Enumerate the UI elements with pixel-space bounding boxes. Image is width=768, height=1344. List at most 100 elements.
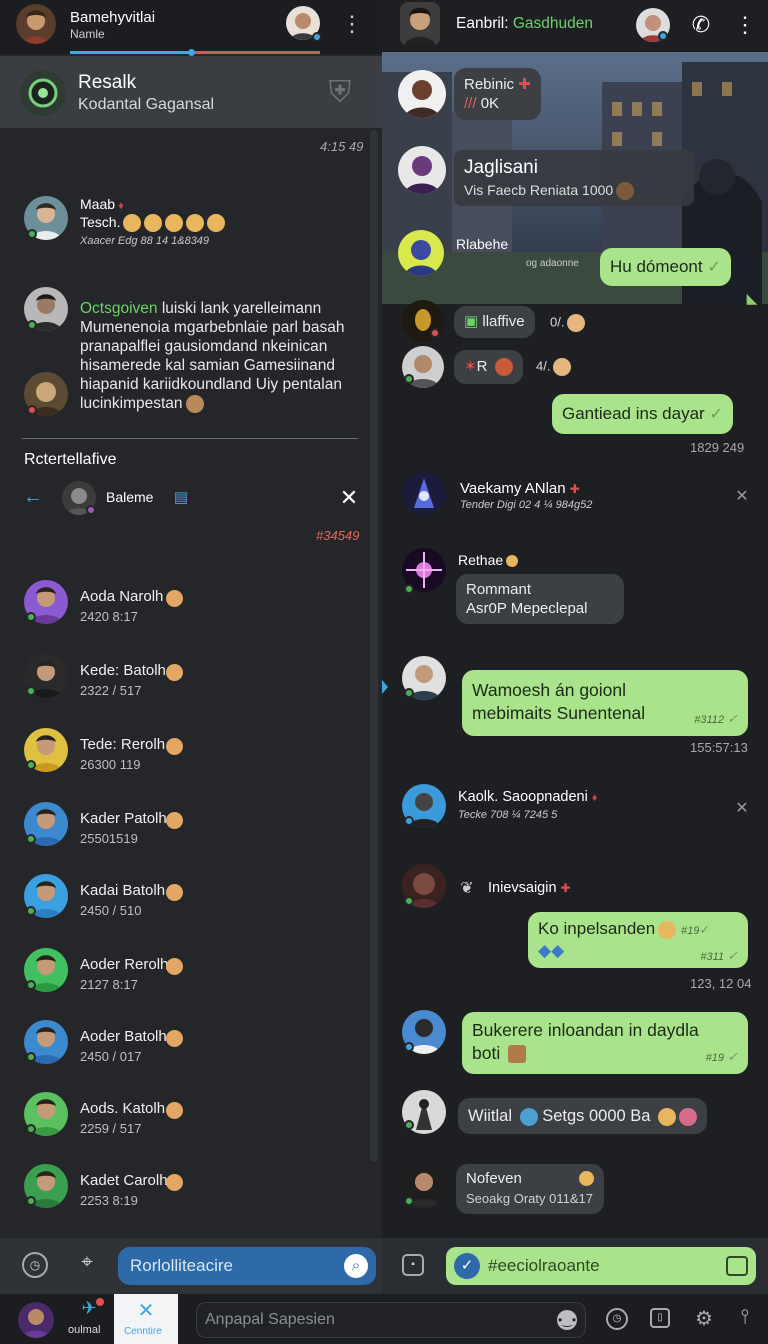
sender-name-text: Inievsaigin (488, 880, 557, 896)
contact-row[interactable]: Tede: Rerolh 26300 119 (0, 726, 370, 786)
settings-icon[interactable]: ⚙ (692, 1306, 716, 1331)
message-bubble[interactable]: Hu dómeont ✓ (600, 248, 731, 286)
message-avatar[interactable] (398, 146, 446, 194)
message-bubble[interactable]: Wamoesh án goionl mebimaits Sunentenal #… (462, 670, 748, 736)
phone-icon[interactable]: ✆ (688, 12, 714, 38)
message-bubble[interactable]: Jaglisani Vis Faecb Reniata 1000 (454, 150, 694, 206)
sender-name: Kaolk. Saoopnadeni ♦ (458, 789, 598, 805)
progress-knob[interactable] (188, 49, 195, 56)
pinned-time: 4:15 49 (320, 139, 364, 154)
reaction-count: 4/. (536, 358, 572, 376)
check-circle-icon[interactable]: ✓ (454, 1253, 480, 1279)
microphone-icon[interactable]: ⫯ (736, 1306, 754, 1329)
bubble-tick: #19 (680, 925, 700, 937)
message-line-1-rest: luiski lank yarelleimann (157, 300, 322, 317)
contact-name: Aods. Katolh (80, 1100, 166, 1117)
contact-name: Tede: Rerolh (80, 736, 166, 753)
close-icon[interactable]: ✕ (732, 798, 752, 818)
profile-avatar[interactable] (18, 1302, 54, 1338)
message-bubble[interactable]: ✶R (454, 350, 523, 384)
shield-icon[interactable]: ⛨ (322, 76, 358, 110)
compose-input[interactable]: Anpapal Sapesien •‿• (196, 1302, 586, 1338)
message-avatar[interactable] (402, 472, 446, 516)
pinned-chat[interactable]: Resalk Kodantal Gagansal ⛨ (0, 56, 382, 128)
bubble-line-2: boti (472, 1042, 738, 1065)
search-field[interactable]: Rorlolliteacire ⌕ (118, 1247, 376, 1285)
pinned-subtitle: Kodantal Gagansal (78, 96, 215, 113)
tab-oulmal[interactable]: ✈ oulmal (66, 1294, 112, 1344)
bubble-text: Hu dómeont (610, 257, 703, 276)
online-badge (404, 688, 414, 698)
close-icon[interactable]: ✕ (338, 485, 360, 511)
star-badge-icon (166, 1030, 183, 1047)
more-icon[interactable]: ⋮ (734, 12, 756, 38)
message-time: 1829 249 (690, 440, 745, 455)
document-icon[interactable]: ▤ (172, 488, 190, 506)
preview-sub: Xaacer Edg 88 14 1&8349 (80, 235, 210, 247)
bubble-title: Jaglisani (464, 157, 538, 178)
bottom-nav: ✈ oulmal ✕ Cenntire Anpapal Sapesien •‿•… (0, 1294, 768, 1344)
message-bubble[interactable]: Gantiead ins dayar ✓ (552, 394, 733, 434)
message-bubble[interactable]: Rebinic ✚ /// 0K (454, 68, 541, 120)
check-icon: ✓ (707, 259, 721, 276)
contact-row[interactable]: Kede: Batolh 2322 / 517 (0, 652, 370, 712)
contact-row[interactable]: Kader Patolh 25501519 (0, 800, 370, 860)
close-icon[interactable]: ✕ (732, 486, 752, 506)
preview-line-text: Tesch. (80, 214, 121, 230)
message-bubble[interactable]: Ko inpelsanden #19✓ ◆◆ #311 ✓ (528, 912, 748, 968)
bubble-tick-2-text: #311 (700, 951, 725, 963)
timer-icon[interactable]: ◷ (606, 1308, 628, 1330)
bubble-line-2: Asr0P Mepeclepal (466, 600, 588, 617)
back-arrow-icon[interactable]: ← (22, 486, 44, 509)
contact-name: Kadet Carolh (80, 1172, 168, 1189)
left-header-title: Bamehyvitlai (70, 9, 156, 26)
pinned-avatar (20, 70, 66, 116)
divider (22, 438, 358, 439)
contact-row[interactable]: Kadai Batolh 2450 / 510 (0, 872, 370, 932)
search-field-text: Rorlolliteacire (130, 1256, 233, 1275)
message-avatar[interactable] (398, 230, 444, 276)
timer-icon[interactable]: ◷ (22, 1252, 48, 1278)
message-input[interactable]: ✓ #eeciolraoante (446, 1247, 756, 1285)
contact-row[interactable]: Aoda Narolh 2420 8:17 (0, 578, 370, 638)
emoji-icon[interactable]: •‿• (557, 1310, 577, 1330)
section-title: Rctertellafive (24, 451, 117, 468)
gallery-icon[interactable]: ▯ (650, 1308, 670, 1328)
chat-title: Eanbril: Gasdhuden (456, 15, 593, 33)
tab-cenntire[interactable]: ✕ Cenntire (114, 1294, 178, 1344)
contact-number: 26300 119 (80, 757, 141, 772)
bubble-tick-text: #3112 (694, 714, 725, 726)
contact-row[interactable]: Aods. Katolh 2259 / 517 (0, 1090, 370, 1150)
more-icon[interactable]: ⋮ (340, 12, 364, 36)
status-badge (86, 505, 96, 515)
lock-icon[interactable]: ▪ (402, 1254, 424, 1276)
contact-name: Kede: Batolh (80, 662, 166, 679)
chat-avatar[interactable] (400, 2, 440, 46)
contact-number: 2450 / 017 (80, 1049, 142, 1064)
right-panel: Eanbril: Gasdhuden ✆ ⋮ Rebinic ✚ /// 0K … (382, 0, 768, 1238)
contact-row[interactable]: Aoder Batolh 2450 / 017 (0, 1018, 370, 1078)
message-line-5: hiapanid kariidkoundland Uiy pentalan (80, 376, 342, 393)
scrollbar[interactable] (370, 130, 378, 1162)
message-bubble[interactable]: Nofeven Seoakg Oraty 011&17 (456, 1164, 604, 1214)
star-badge-icon (166, 884, 183, 901)
contact-row[interactable]: Aoder Rerolh 2127 8:17 (0, 946, 370, 1006)
message-avatar[interactable] (398, 70, 446, 118)
message-bubble[interactable]: Wiitlal Setgs 0000 Ba (458, 1098, 708, 1134)
check-icon: ✓ (709, 406, 723, 423)
contact-row[interactable]: Kadet Carolh 2253 8:19 (0, 1162, 370, 1222)
reaction-icon: ◣ (746, 290, 758, 306)
search-icon[interactable]: ⌕ (344, 1254, 368, 1278)
bubble-line-1: Nofeven (466, 1169, 594, 1189)
message-bubble[interactable]: Rommant Asr0P Mepeclepal (456, 574, 624, 624)
message-bubble[interactable]: ▣ llaffive (454, 306, 535, 338)
message-bubble[interactable]: Bukerere inloandan in daydla boti #19 ✓ (462, 1012, 748, 1074)
camera-icon[interactable] (726, 1256, 748, 1276)
online-badge (312, 32, 322, 42)
subheader-time: #34549 (316, 528, 360, 543)
user-avatar[interactable] (16, 4, 56, 44)
bubble-text: llaffive (482, 313, 525, 330)
attach-icon[interactable]: ⌖ (74, 1251, 100, 1274)
online-badge (404, 1042, 414, 1052)
bubble-sender-text: Rebinic (464, 76, 515, 93)
